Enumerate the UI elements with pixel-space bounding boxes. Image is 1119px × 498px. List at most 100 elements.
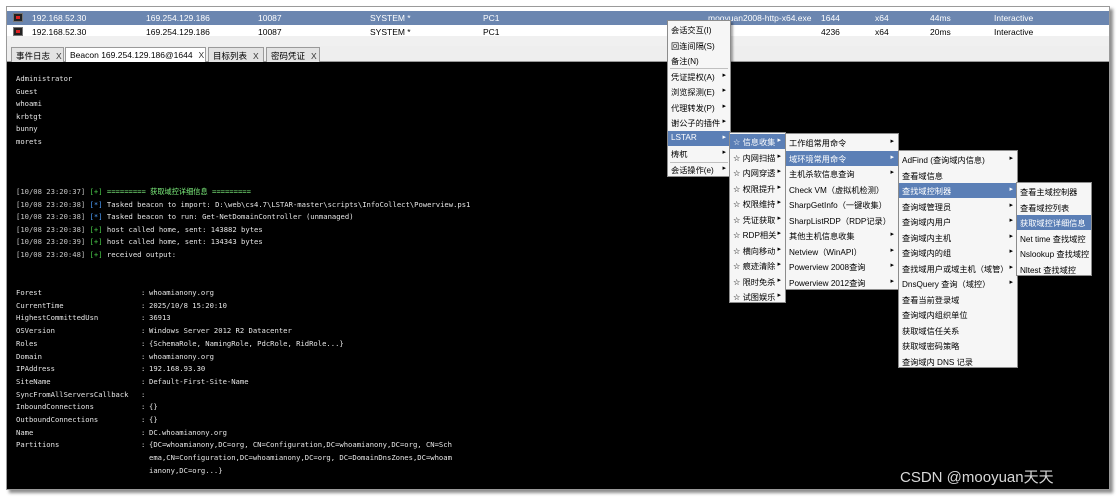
tab-close-button[interactable]: X (199, 50, 205, 60)
tab-1[interactable]: Beacon 169.254.129.186@1644 X (65, 47, 206, 62)
menu-item[interactable]: 梼杌 ▸ (668, 146, 730, 161)
session-cell-mode: Interactive (994, 13, 1034, 23)
menu-item-label: ☆ 试图娱乐 (733, 293, 776, 302)
submenu-arrow-icon: ▸ (722, 118, 726, 125)
menu-item-label: 回连间隔(S) (671, 41, 715, 51)
property-name: Roles (16, 338, 38, 348)
menu-item[interactable]: 会话交互(I) (668, 22, 730, 37)
submenu-arrow-icon: ▸ (890, 138, 894, 145)
menu-item-label: 备注(N) (671, 57, 699, 66)
menu-item[interactable]: SharpGetInfo（一键收集） (786, 197, 898, 212)
menu-item[interactable]: 工作组常用命令 ▸ (786, 135, 898, 150)
tab-0[interactable]: 事件日志 X (11, 47, 64, 62)
menu-item[interactable]: Powerview 2012查询 ▸ (786, 275, 898, 290)
menu-item-label: Check VM（虚拟机检测） (789, 185, 885, 195)
menu-item[interactable]: ☆ 凭证获取 ▸ (730, 212, 785, 227)
menu-item[interactable]: ☆ 内网穿透 ▸ (730, 165, 785, 180)
menu-item[interactable]: ☆ 信息收集 ▸ (730, 134, 785, 149)
menu-item[interactable]: 查询域管理员 ▸ (899, 199, 1017, 214)
property-name: IPAddress (16, 364, 55, 374)
menu-item[interactable]: ☆ 横向移动 ▸ (730, 243, 785, 258)
property-value: Windows Server 2012 R2 Datacenter (149, 326, 292, 336)
menu-item[interactable]: 其他主机信息收集 ▸ (786, 228, 898, 243)
submenu-arrow-icon: ▸ (1009, 155, 1013, 162)
log-text: Tasked beacon to run: Get-NetDomainContr… (102, 212, 354, 221)
tab-3[interactable]: 密码凭证 X (266, 47, 320, 62)
menu-item[interactable]: LSTAR ▸ (668, 130, 730, 146)
menu-item[interactable]: ☆ 试图娱乐 ▸ (730, 289, 785, 304)
session-cell-external: 192.168.52.30 (32, 13, 87, 23)
menu-item[interactable]: DnsQuery 查询（域控） ▸ (899, 276, 1017, 291)
property-colon: : (141, 288, 146, 297)
session-context-menu: 会话交互(I) 回连间隔(S) 备注(N) 凭证提权(A) ▸ 浏览探测(E) ▸ 代理转发(… (667, 20, 731, 177)
log-timestamp: [10/08 23:20:38] (16, 224, 86, 234)
menu-item-label: 查看域控列表 (1020, 203, 1070, 213)
menu-item[interactable]: ☆ 痕迹清除 ▸ (730, 258, 785, 273)
menu-item[interactable]: 查找域用户或域主机（域管） ▸ (899, 261, 1017, 276)
menu-item[interactable]: ☆ 内网扫描 ▸ (730, 150, 785, 165)
menu-item[interactable]: 主机杀软信息查询 ▸ (786, 166, 898, 181)
menu-item[interactable]: 查找域控制器 ▸ (899, 183, 1017, 198)
menu-item-label: 查询域内组织单位 (902, 311, 968, 320)
menu-item[interactable]: Nslookup 查找域控 (1017, 246, 1091, 261)
property-name: Domain (16, 351, 42, 361)
log-timestamp: [10/08 23:20:38] (16, 199, 86, 209)
splitter[interactable] (7, 36, 1109, 46)
menu-item[interactable]: ☆ RDP相关 ▸ (730, 227, 785, 242)
menu-item[interactable]: Powerview 2008查询 ▸ (786, 259, 898, 274)
menu-item-label: Nslookup 查找域控 (1020, 250, 1090, 259)
menu-item[interactable]: SharpListRDP（RDP记录） (786, 213, 898, 228)
menu-item[interactable]: 谢公子的插件 ▸ (668, 115, 730, 130)
menu-item[interactable]: Net time 查找域控 (1017, 231, 1091, 246)
menu-item[interactable]: 会话操作(e) ▸ (668, 162, 730, 177)
menu-item[interactable]: 查询域内用户 ▸ (899, 214, 1017, 229)
menu-item[interactable]: ☆ 权限提升 ▸ (730, 181, 785, 196)
submenu-arrow-icon: ▸ (777, 199, 781, 206)
submenu-arrow-icon: ▸ (777, 137, 781, 144)
menu-item[interactable]: 查询域内主机 ▸ (899, 230, 1017, 245)
tab-close-button[interactable]: X (253, 51, 259, 61)
menu-item-label: ☆ 权限提升 (733, 184, 776, 194)
menu-item[interactable]: 查看域控列表 (1017, 200, 1091, 215)
tab-close-button[interactable]: X (311, 51, 317, 61)
menu-item[interactable]: 查询域内 DNS 记录 (899, 354, 1017, 369)
menu-item[interactable]: 获取域信任关系 (899, 323, 1017, 338)
session-cell-internal: 169.254.129.186 (146, 13, 210, 23)
menu-item[interactable]: 获取域密码策略 (899, 338, 1017, 353)
menu-item[interactable]: Check VM（虚拟机检测） (786, 182, 898, 197)
submenu-arrow-icon: ▸ (890, 277, 894, 285)
menu-item[interactable]: AdFind (查询域内信息) ▸ (899, 152, 1017, 167)
menu-item-label: ☆ 内网穿透 (733, 169, 776, 178)
menu-item[interactable]: 凭证提权(A) ▸ (668, 69, 730, 84)
menu-item[interactable]: ☆ 限时免杀 ▸ (730, 274, 785, 289)
menu-item[interactable]: 获取域控详细信息 (1017, 215, 1091, 230)
menu-item[interactable]: Netview（WinAPI） ▸ (786, 244, 898, 259)
menu-item[interactable]: 备注(N) (668, 53, 730, 68)
menu-item-label: 查询域内的组 (902, 249, 952, 258)
tab-2[interactable]: 目标列表 X (208, 47, 264, 62)
property-value: 2025/10/8 15:20:10 (149, 300, 227, 310)
submenu-arrow-icon: ▸ (777, 245, 781, 253)
menu-item[interactable]: 查看当前登录域 (899, 292, 1017, 307)
menu-item-label: LSTAR (671, 132, 697, 142)
menu-item[interactable]: 查看域信息 (899, 168, 1017, 183)
submenu-arrow-icon: ▸ (1009, 248, 1013, 255)
tab-close-button[interactable]: X (56, 51, 62, 61)
menu-item[interactable]: Nltest 查找域控 (1017, 262, 1091, 277)
info-collect-submenu: 工作组常用命令 ▸ 域环境常用命令 ▸ 主机杀软信息查询 ▸ Check VM（虚拟机检测）… (785, 133, 899, 290)
menu-item[interactable]: 浏览探测(E) ▸ (668, 84, 730, 99)
log-text: host called home, sent: 134343 bytes (102, 237, 263, 246)
session-row[interactable]: 192.168.52.30 169.254.129.186 10087 SYSTEM … (7, 11, 1109, 25)
submenu-arrow-icon: ▸ (777, 276, 781, 284)
menu-item[interactable]: ☆ 权限维持 ▸ (730, 196, 785, 211)
console-log-line: [10/08 23:20:38] [+] host called home, s… (16, 225, 263, 234)
log-text: host called home, sent: 143882 bytes (102, 224, 263, 234)
menu-item[interactable]: 回连间隔(S) (668, 38, 730, 53)
menu-item[interactable]: 查看主域控制器 (1017, 184, 1091, 199)
menu-item[interactable]: 查询域内组织单位 (899, 307, 1017, 322)
console-log-line: [10/08 23:20:38] [*] Tasked beacon to ru… (16, 212, 354, 221)
menu-item[interactable]: 域环境常用命令 ▸ (786, 150, 898, 166)
menu-item[interactable]: 查询域内的组 ▸ (899, 245, 1017, 260)
menu-item[interactable]: 代理转发(P) ▸ (668, 100, 730, 115)
property-value: DC.whoamianony.org (149, 427, 227, 437)
